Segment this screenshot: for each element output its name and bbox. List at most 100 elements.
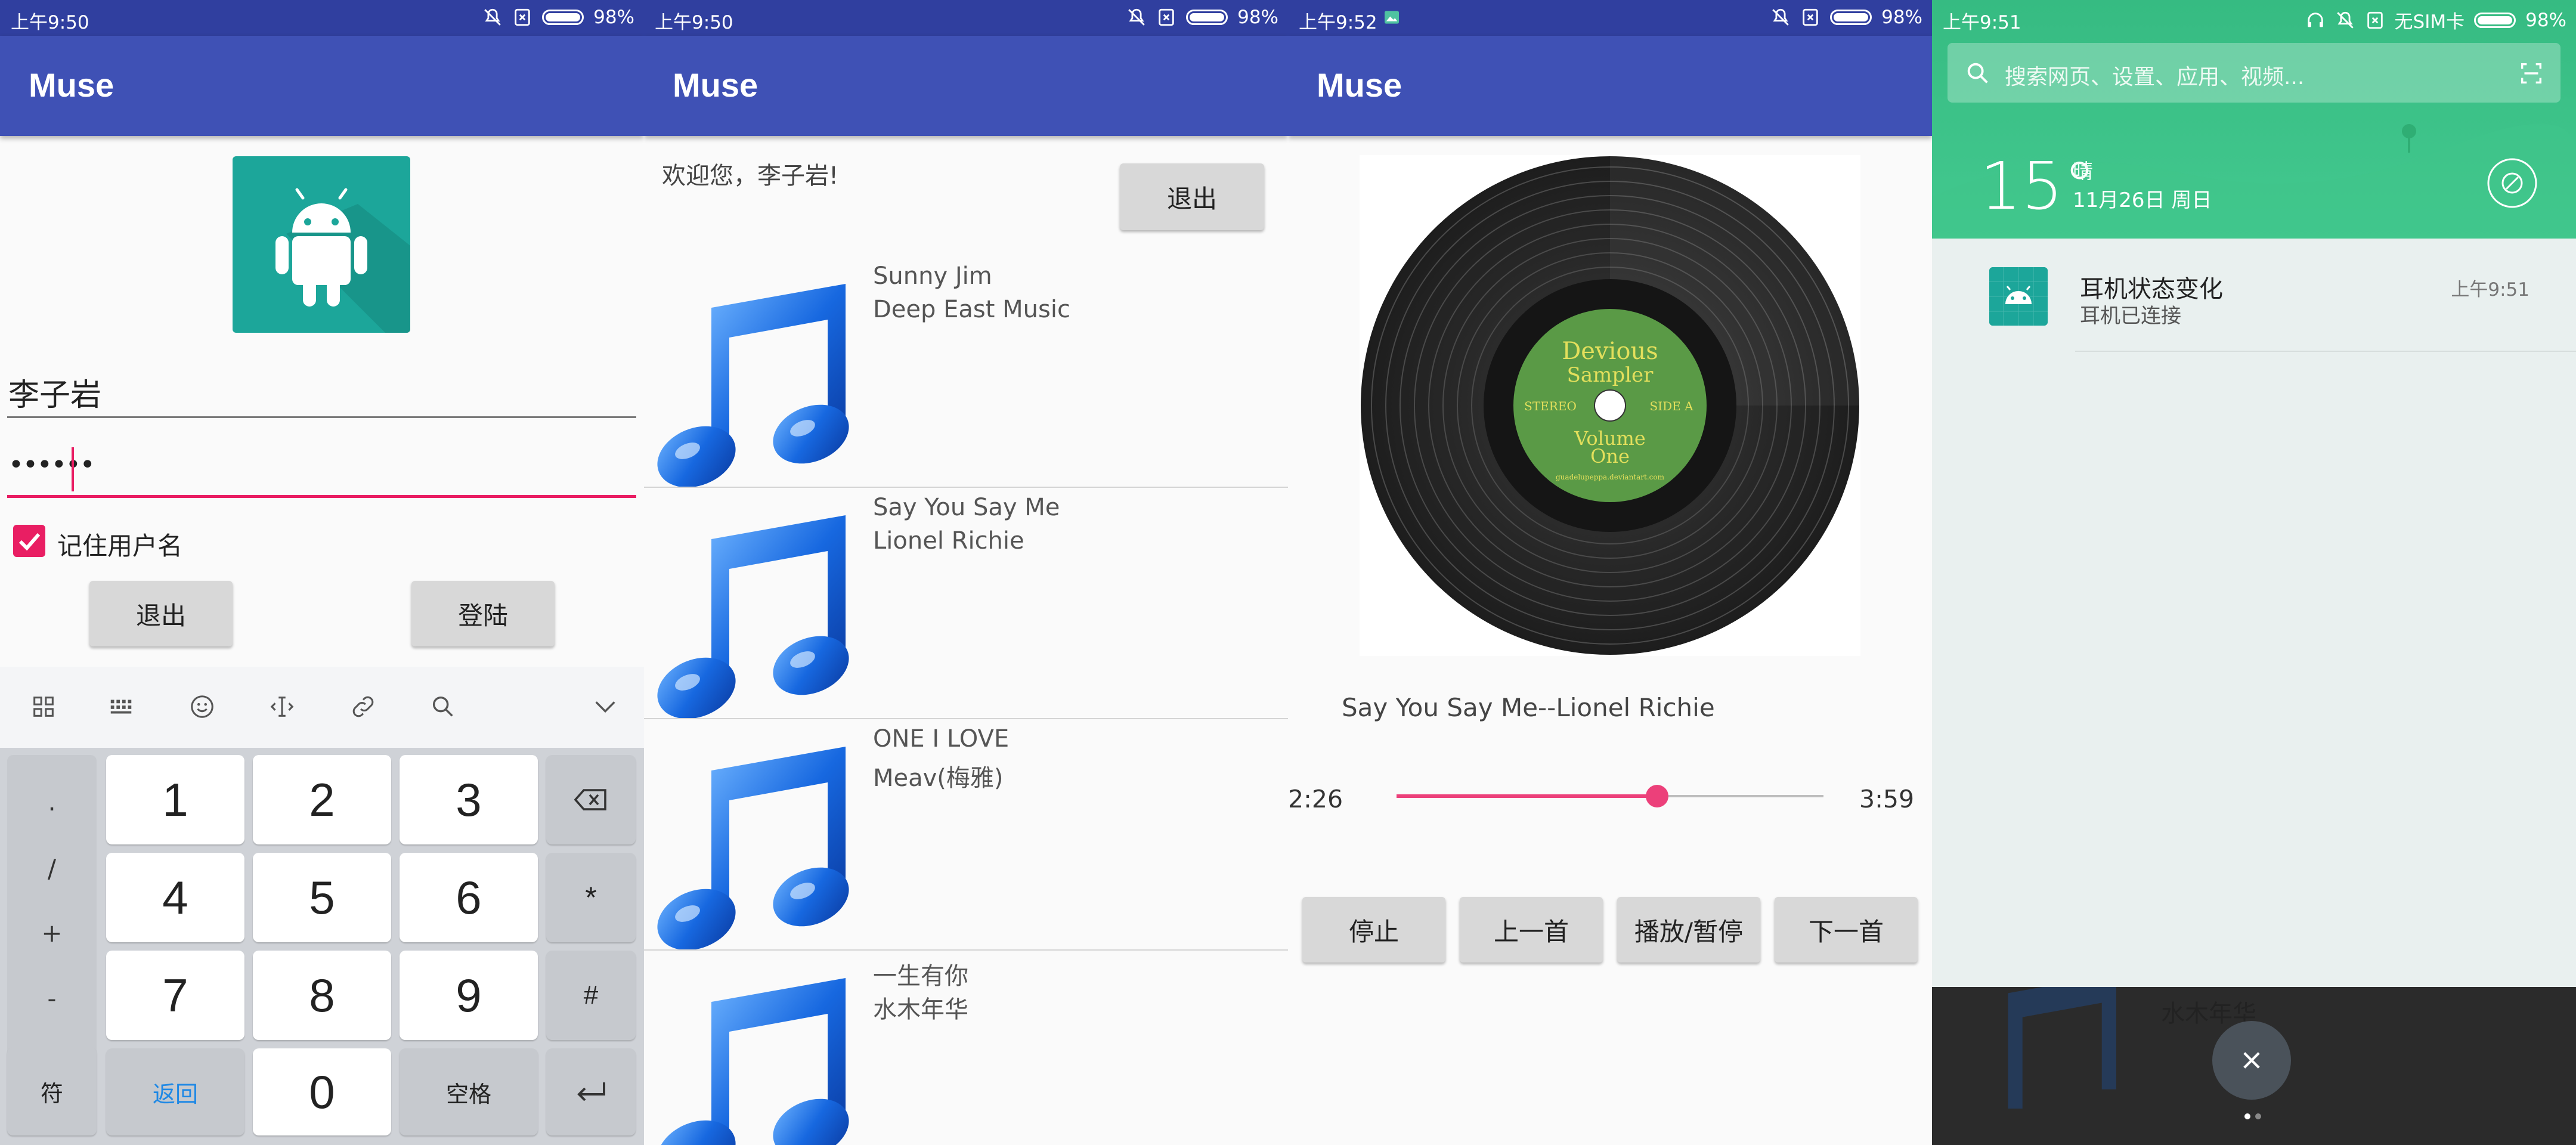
song-list-item[interactable]: Sunny Jim Deep East Music [644, 256, 1288, 488]
symbol-key-plus[interactable]: + [7, 918, 97, 948]
song-artist: Meav(梅雅) [873, 765, 1004, 792]
ime-toolbar [0, 667, 644, 748]
key-6[interactable]: 6 [400, 853, 538, 942]
song-list-item[interactable]: Say You Say Me Lionel Richie [644, 488, 1288, 719]
clear-notifications-icon[interactable] [2487, 157, 2538, 209]
notification-divider [2075, 351, 2576, 352]
duration-time: 3:59 [1859, 785, 1915, 813]
close-icon [2243, 1052, 2260, 1069]
elapsed-time: 2:26 [1288, 785, 1343, 813]
remember-label: 记住用户名 [57, 531, 183, 561]
key-3[interactable]: 3 [400, 755, 538, 844]
battery-icon [1186, 10, 1228, 25]
exit-button[interactable]: 退出 [89, 581, 233, 646]
song-title: Sunny Jim [873, 262, 992, 290]
song-list-item[interactable]: 一生有你 水木年华 [644, 951, 1288, 1145]
music-note-icon [657, 747, 849, 951]
carrier-text: 无SIM卡 [2394, 11, 2465, 33]
record-label-line4: One [1590, 445, 1630, 468]
return-key[interactable]: 返回 [106, 1048, 244, 1135]
battery-percent: 98% [593, 7, 634, 28]
app-bar: Muse [0, 36, 644, 136]
status-time: 上午9:50 [655, 12, 733, 33]
key-1[interactable]: 1 [106, 755, 244, 844]
song-list-screen: 上午9:50 98% Muse 欢迎您，李子岩! 退出 Sunny Jim De… [644, 0, 1288, 1145]
key-8[interactable]: 8 [253, 951, 391, 1040]
app-title: Muse [1317, 66, 1402, 104]
play-pause-button[interactable]: 播放/暂停 [1617, 897, 1760, 963]
app-bar: Muse [1288, 36, 1932, 136]
battery-icon [1830, 10, 1872, 25]
collapse-chevron-icon[interactable] [592, 693, 619, 720]
logout-button[interactable]: 退出 [1120, 163, 1264, 230]
music-note-icon [2008, 987, 2116, 1109]
search-bar[interactable]: 搜索网页、设置、应用、视频... [1948, 43, 2560, 103]
seek-bar-thumb[interactable] [1645, 785, 1668, 807]
hash-key[interactable]: # [546, 951, 636, 1040]
player-screen: 上午9:52 98% Muse Devious Sampler STEREO S… [1288, 0, 1932, 1145]
cursor-move-icon[interactable] [268, 693, 296, 720]
android-app-icon [1989, 267, 2048, 326]
app-bar: Muse [644, 36, 1288, 136]
search-icon [1967, 63, 1988, 83]
key-2[interactable]: 2 [253, 755, 391, 844]
enter-key[interactable] [546, 1048, 636, 1135]
weather-date: 11月26日 周日 [2073, 188, 2212, 212]
headset-icon [2307, 12, 2323, 27]
remember-checkbox[interactable] [13, 525, 45, 557]
key-5[interactable]: 5 [253, 853, 391, 942]
star-key[interactable]: * [546, 853, 636, 942]
app-title: Muse [29, 66, 114, 104]
link-icon[interactable] [349, 693, 377, 720]
status-time: 上午9:52 [1299, 12, 1377, 33]
close-shade-button[interactable] [2212, 1021, 2291, 1100]
enter-icon [577, 1082, 605, 1101]
stop-button[interactable]: 停止 [1302, 897, 1445, 963]
page-indicator [2242, 1110, 2264, 1122]
no-sim-icon [1803, 8, 1818, 26]
keyboard-icon[interactable] [107, 693, 135, 720]
symbol-key-dot[interactable]: . [7, 787, 97, 816]
song-title: 一生有你 [873, 963, 968, 990]
song-list-item[interactable]: ONE I LOVE Meav(梅雅) [644, 719, 1288, 951]
status-bar: 上午9:51 无SIM卡 98% [1932, 0, 2576, 36]
song-artist: 水木年华 [873, 996, 968, 1023]
record-label-line2: Sampler [1567, 363, 1654, 387]
status-bar: 上午9:52 98% [1288, 0, 1932, 36]
vinyl-record-art: Devious Sampler STEREO SIDE A Volume One… [1360, 155, 1860, 656]
password-field[interactable]: •••••• [8, 450, 95, 480]
next-button[interactable]: 下一首 [1775, 897, 1918, 963]
password-underline [7, 495, 636, 498]
symbols-key[interactable]: 符 [7, 1047, 97, 1135]
search-icon[interactable] [429, 693, 457, 720]
username-underline [7, 416, 636, 418]
key-9[interactable]: 9 [400, 951, 538, 1040]
battery-percent: 98% [1237, 7, 1278, 28]
mute-icon [1128, 8, 1145, 26]
music-note-icon [657, 284, 849, 488]
username-field[interactable]: 李子岩 [8, 370, 101, 414]
status-time: 上午9:50 [11, 12, 89, 33]
emoji-icon[interactable] [188, 693, 216, 720]
numeric-keyboard: . / + - 符 1 2 3 4 5 6 * 7 8 9 # 返回 0 空格 [0, 748, 644, 1145]
scan-icon[interactable] [2518, 60, 2545, 87]
backspace-key[interactable] [546, 755, 636, 844]
symbol-key-minus[interactable]: - [7, 984, 97, 1013]
key-0[interactable]: 0 [253, 1048, 391, 1135]
text-cursor [72, 447, 74, 491]
key-7[interactable]: 7 [106, 951, 244, 1040]
no-sim-icon [1159, 8, 1174, 26]
song-title: ONE I LOVE [873, 725, 1010, 753]
space-key[interactable]: 空格 [400, 1048, 538, 1135]
login-button[interactable]: 登陆 [411, 581, 555, 646]
key-4[interactable]: 4 [106, 853, 244, 942]
symbol-key-slash[interactable]: / [7, 854, 97, 883]
mute-icon [484, 8, 501, 26]
status-time: 上午9:51 [1943, 12, 2021, 33]
previous-button[interactable]: 上一首 [1460, 897, 1603, 963]
grid-icon[interactable] [30, 693, 57, 720]
record-label-right: SIDE A [1649, 399, 1693, 413]
battery-icon [2474, 12, 2516, 28]
record-label-line1: Devious [1562, 338, 1658, 365]
song-artist: Lionel Richie [873, 527, 1024, 555]
